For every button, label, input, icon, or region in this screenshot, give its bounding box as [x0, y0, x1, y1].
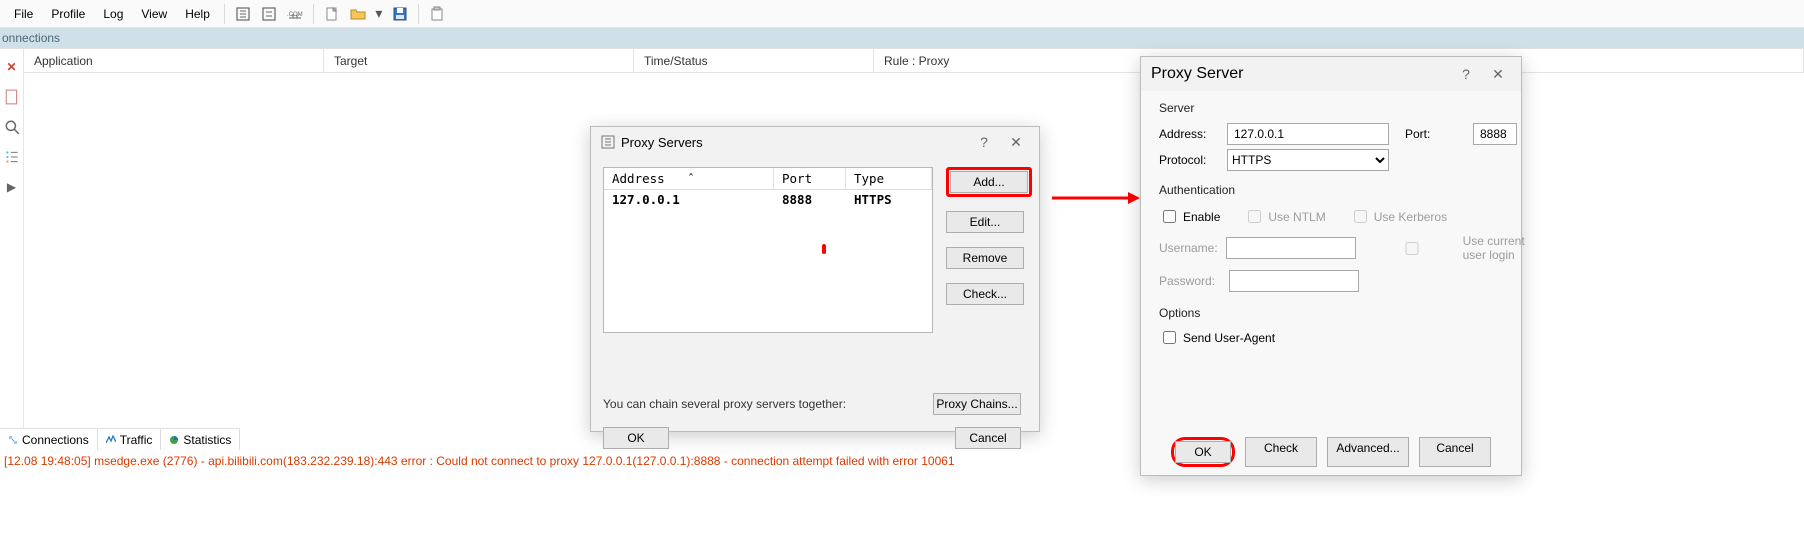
username-input: [1226, 237, 1356, 259]
use-kerberos-checkbox: Use Kerberos: [1350, 207, 1447, 226]
folder-open-icon[interactable]: [348, 4, 368, 24]
ok-button-highlight: OK: [1171, 437, 1235, 467]
save-icon[interactable]: [390, 4, 410, 24]
server-row[interactable]: 127.0.0.1 8888 HTTPS: [604, 190, 932, 209]
dialog-title: Proxy Server: [1151, 65, 1243, 83]
port-label: Port:: [1405, 127, 1465, 141]
dropdown-chevron-icon[interactable]: ▾: [374, 4, 384, 24]
toolbar-icon-1[interactable]: [233, 4, 253, 24]
annotation-dot: [822, 244, 826, 254]
password-label: Password:: [1159, 274, 1221, 288]
left-tool-strip: ✕ ▶: [0, 49, 24, 428]
tab-connections[interactable]: Connections: [0, 429, 98, 450]
annotation-arrow-icon: [1050, 188, 1140, 208]
protocol-select[interactable]: HTTPS: [1227, 149, 1389, 171]
cancel-button[interactable]: Cancel: [955, 427, 1021, 449]
status-error-line: [12.08 19:48:05] msedge.exe (2776) - api…: [0, 452, 1140, 470]
check-button[interactable]: Check: [1245, 437, 1317, 467]
send-user-agent-checkbox[interactable]: Send User-Agent: [1159, 328, 1275, 347]
menu-profile[interactable]: Profile: [43, 3, 93, 25]
dialog-title: Proxy Servers: [621, 135, 703, 150]
add-button[interactable]: Add...: [950, 171, 1028, 193]
ok-button[interactable]: OK: [603, 427, 669, 449]
ok-button[interactable]: OK: [1175, 441, 1231, 463]
tab-traffic[interactable]: Traffic: [98, 429, 162, 450]
address-input[interactable]: [1227, 123, 1389, 145]
help-icon[interactable]: ?: [1453, 61, 1479, 87]
proxy-chains-button[interactable]: Proxy Chains...: [933, 393, 1021, 415]
proxy-server-list[interactable]: Address ˆ Port Type 127.0.0.1 8888 HTTPS: [603, 167, 933, 333]
port-input[interactable]: [1473, 123, 1517, 145]
enable-checkbox[interactable]: Enable: [1159, 207, 1220, 226]
doc-icon[interactable]: [4, 89, 20, 105]
group-auth-label: Authentication: [1141, 173, 1521, 203]
traffic-icon: [106, 435, 116, 445]
menu-file[interactable]: File: [6, 3, 41, 25]
close-icon[interactable]: ✕: [1003, 129, 1029, 155]
menu-help[interactable]: Help: [177, 3, 218, 25]
tab-traffic-label: Traffic: [120, 433, 153, 447]
check-button[interactable]: Check...: [946, 283, 1024, 305]
cancel-button[interactable]: Cancel: [1419, 437, 1491, 467]
tab-statistics-label: Statistics: [183, 433, 231, 447]
tab-connections-label: Connections: [22, 433, 89, 447]
toolbar-separator: [313, 4, 314, 24]
clipboard-icon[interactable]: [427, 4, 447, 24]
statistics-icon: [169, 435, 179, 445]
username-label: Username:: [1159, 241, 1218, 255]
col-time-status[interactable]: Time/Status: [634, 49, 874, 72]
new-icon[interactable]: [322, 4, 342, 24]
proxy-servers-dialog: Proxy Servers ? ✕ Address ˆ Port Type 12…: [590, 126, 1040, 432]
edit-button[interactable]: Edit...: [946, 211, 1024, 233]
col-port[interactable]: Port: [774, 168, 846, 189]
remove-button[interactable]: Remove: [946, 247, 1024, 269]
toolbar-icon-com[interactable]: .COM: [285, 4, 305, 24]
connections-band: onnections: [0, 28, 1804, 48]
menu-log[interactable]: Log: [95, 3, 131, 25]
group-server-label: Server: [1141, 91, 1521, 121]
toolbar-separator: [224, 4, 225, 24]
menubar: File Profile Log View Help .COM ▾: [0, 0, 1804, 28]
password-input: [1229, 270, 1359, 292]
col-type[interactable]: Type: [846, 168, 932, 189]
chain-text: You can chain several proxy servers toge…: [603, 397, 846, 411]
arrow-right-icon[interactable]: ▶: [4, 179, 20, 195]
svg-text:.COM: .COM: [287, 12, 303, 18]
col-address[interactable]: Address ˆ: [604, 168, 774, 189]
tab-statistics[interactable]: Statistics: [161, 429, 240, 450]
window-icon: [601, 135, 615, 149]
use-ntlm-checkbox: Use NTLM: [1244, 207, 1325, 226]
connections-icon: [8, 435, 18, 445]
address-label: Address:: [1159, 127, 1219, 141]
menu-view[interactable]: View: [133, 3, 175, 25]
toolbar-separator: [418, 4, 419, 24]
list-icon[interactable]: [4, 149, 20, 165]
toolbar-icon-2[interactable]: [259, 4, 279, 24]
col-application[interactable]: Application: [24, 49, 324, 72]
add-button-highlight: Add...: [946, 167, 1032, 197]
search-icon[interactable]: [4, 119, 20, 135]
close-icon[interactable]: ✕: [1485, 61, 1511, 87]
col-target[interactable]: Target: [324, 49, 634, 72]
advanced-button[interactable]: Advanced...: [1327, 437, 1409, 467]
connections-band-label: onnections: [2, 31, 60, 45]
close-red-icon[interactable]: ✕: [4, 59, 20, 75]
grid-header: Application Target Time/Status Rule : Pr…: [24, 49, 1804, 73]
group-options-label: Options: [1141, 296, 1521, 326]
proxy-server-dialog: Proxy Server ? ✕ Server Address: Port: P…: [1140, 56, 1522, 476]
bottom-tab-bar: Connections Traffic Statistics: [0, 428, 240, 450]
help-icon[interactable]: ?: [971, 129, 997, 155]
use-current-login-checkbox: Use current user login: [1364, 234, 1542, 262]
protocol-label: Protocol:: [1159, 153, 1219, 167]
